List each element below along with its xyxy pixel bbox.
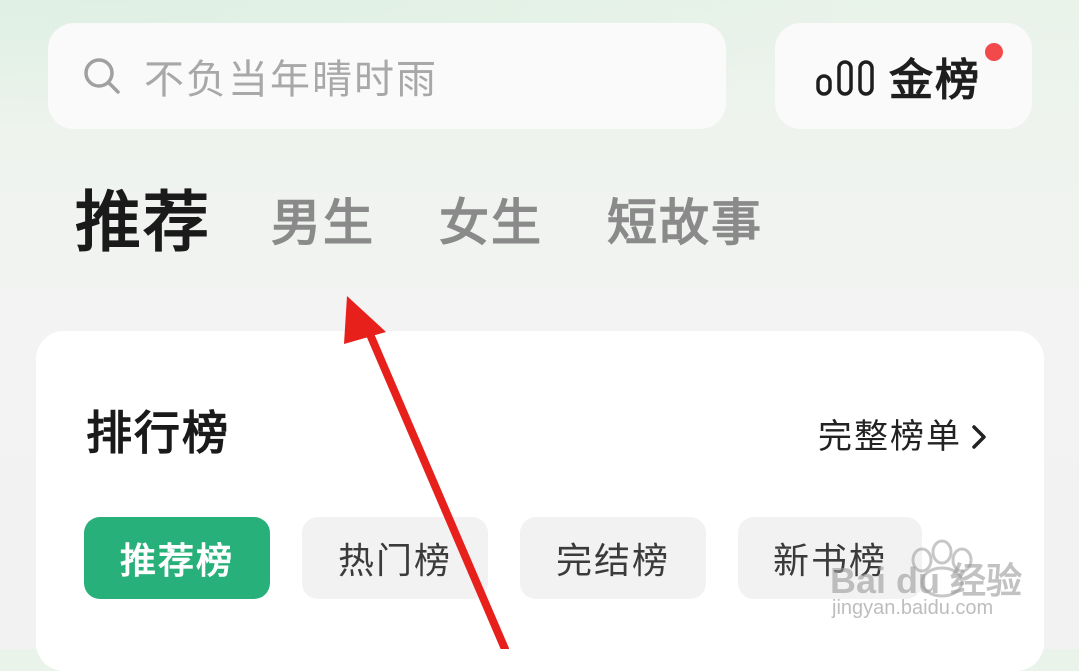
tab-female[interactable]: 女生: [439, 178, 543, 268]
ranking-card-title: 排行榜: [86, 406, 230, 460]
gold-rank-label: 金榜: [889, 55, 981, 106]
tab-recommend[interactable]: 推荐: [75, 178, 211, 268]
search-bar[interactable]: 不负当年晴时雨: [48, 23, 726, 129]
notification-dot: [985, 43, 1003, 61]
watermark-url: jingyan.baidu.com: [832, 597, 994, 619]
category-tabs: 推荐 男生 女生 短故事: [75, 178, 827, 268]
ranking-chips: 推荐榜 热门榜 完结榜 新书榜: [84, 517, 954, 599]
chip-recommend-rank[interactable]: 推荐榜: [84, 517, 270, 599]
tab-male[interactable]: 男生: [271, 178, 375, 268]
chevron-right-icon: [970, 420, 988, 449]
bar-chart-icon: [815, 56, 877, 96]
full-ranking-link[interactable]: 完整榜单: [818, 409, 988, 458]
search-icon: [82, 56, 122, 96]
chip-completed-rank[interactable]: 完结榜: [520, 517, 706, 599]
gold-rank-button[interactable]: 金榜: [775, 23, 1032, 129]
chip-hot-rank[interactable]: 热门榜: [302, 517, 488, 599]
tab-short-story[interactable]: 短故事: [607, 178, 763, 268]
full-ranking-label: 完整榜单: [818, 417, 962, 457]
search-placeholder[interactable]: 不负当年晴时雨: [144, 47, 438, 105]
